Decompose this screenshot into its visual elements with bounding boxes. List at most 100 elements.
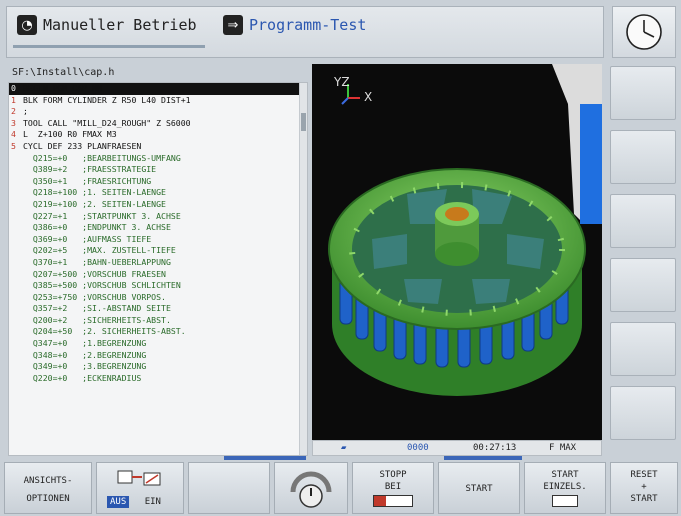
program-line[interactable]: 4 L Z+100 R0 FMAX M3: [9, 129, 307, 141]
view-mode-icon: ▰: [341, 443, 347, 453]
speed-dial-icon: [290, 471, 332, 508]
view-options-button[interactable]: ANSICHTS- OPTIONEN: [4, 462, 92, 514]
program-listing[interactable]: 0 BEGIN PGM CAP MM 1 BLK FORM CYLINDER Z R5…: [8, 82, 308, 456]
program-line[interactable]: Q207=+500 ;VORSCHUB FRAESEN: [9, 269, 307, 281]
tool-display-toggle[interactable]: AUS EIN: [96, 462, 184, 514]
toggle-off: AUS: [107, 496, 130, 508]
line-code: Q369=+0: [23, 233, 68, 244]
line-code: Q348=+0: [23, 349, 68, 360]
program-line[interactable]: Q253=+750 ;VORSCHUB VORPOS.: [9, 292, 307, 304]
line-comment: ;1.BEGRENZUNG: [67, 338, 147, 349]
program-line[interactable]: 5 CYCL DEF 233 PLANFRAESEN: [9, 141, 307, 153]
mode-underline: [13, 45, 205, 48]
empty-softkey-1[interactable]: [188, 462, 270, 514]
clock-icon: [626, 14, 662, 50]
line-code: CYCL DEF 233 PLANFRAESEN: [23, 140, 142, 151]
program-line[interactable]: Q347=+0 ;1.BEGRENZUNG: [9, 338, 307, 350]
single-block-icon: [552, 495, 578, 507]
line-code: Q202=+5: [23, 245, 68, 256]
line-comment: ;FRAESSTRATEGIE: [67, 164, 157, 175]
program-line[interactable]: Q200=+2 ;SICHERHEITS-ABST.: [9, 315, 307, 327]
line-comment: ;SI.-ABSTAND SEITE: [67, 303, 171, 314]
vertical-softkey-3[interactable]: [610, 194, 676, 248]
line-comment: ;BAHN-UEBERLAPPUNG: [67, 256, 171, 267]
program-line[interactable]: Q385=+500 ;VORSCHUB SCHLICHTEN: [9, 280, 307, 292]
view-options-label-2: OPTIONEN: [26, 494, 70, 504]
program-line[interactable]: Q357=+2 ;SI.-ABSTAND SEITE: [9, 303, 307, 315]
line-code: Q218=+100: [23, 187, 78, 198]
axis-label-yz: YZ: [333, 75, 350, 89]
start-button[interactable]: START: [438, 462, 520, 514]
vertical-softkey-2[interactable]: [610, 130, 676, 184]
simulation-time: 00:27:13: [473, 443, 517, 453]
mode-manual[interactable]: ◔ Manueller Betrieb: [17, 15, 197, 35]
horizontal-softkeys: ANSICHTS- OPTIONEN AUS EIN STOPP BEI STA…: [0, 462, 681, 516]
line-number: 3: [11, 117, 16, 128]
line-code: Q207=+500: [23, 268, 78, 279]
line-code: Q200=+2: [23, 314, 68, 325]
line-code: Q215=+0: [23, 152, 68, 163]
program-line[interactable]: Q370=+1 ;BAHN-UEBERLAPPUNG: [9, 257, 307, 269]
line-comment: ;BEARBEITUNGS-UMFANG: [67, 152, 181, 163]
line-comment: ;STARTPUNKT 3. ACHSE: [67, 210, 181, 221]
line-code: Q253=+750: [23, 291, 78, 302]
line-comment: ;1. SEITEN-LAENGE: [77, 187, 166, 198]
program-line[interactable]: 3 TOOL CALL "MILL_D24_ROUGH" Z S6000: [9, 118, 307, 130]
program-scrollbar[interactable]: [299, 83, 307, 455]
reset-start-button[interactable]: RESET + START: [610, 462, 678, 514]
line-code: Q350=+1: [23, 175, 68, 186]
line-code: Q219=+100: [23, 198, 78, 209]
line-comment: ;VORSCHUB FRAESEN: [77, 268, 166, 279]
vertical-softkey-5[interactable]: [610, 322, 676, 376]
workpiece: [328, 168, 586, 396]
softkey-page-indicator-1: [224, 456, 306, 460]
line-comment: ;AUFMASS TIEFE: [67, 233, 152, 244]
line-code: Q389=+2: [23, 164, 68, 175]
line-number: 4: [11, 129, 16, 140]
program-line[interactable]: Q219=+100 ;2. SEITEN-LAENGE: [9, 199, 307, 211]
program-line[interactable]: 0 BEGIN PGM CAP MM: [9, 83, 307, 95]
file-path: SF:\Install\cap.h: [12, 67, 115, 78]
stop-at-label-1: STOPP: [379, 470, 407, 480]
vertical-softkey-1[interactable]: [610, 66, 676, 120]
status-dots: 0000: [407, 443, 429, 453]
program-test-icon: ⇒: [223, 15, 243, 35]
program-line[interactable]: Q348=+0 ;2.BEGRENZUNG: [9, 350, 307, 362]
program-line[interactable]: Q202=+5 ;MAX. ZUSTELL-TIEFE: [9, 245, 307, 257]
program-line[interactable]: Q220=+0 ;ECKENRADIUS: [9, 373, 307, 385]
program-line[interactable]: Q389=+2 ;FRAESSTRATEGIE: [9, 164, 307, 176]
line-comment: ;2.BEGRENZUNG: [67, 349, 147, 360]
program-line[interactable]: Q227=+1 ;STARTPUNKT 3. ACHSE: [9, 211, 307, 223]
line-comment: ;SICHERHEITS-ABST.: [67, 314, 171, 325]
line-number: 5: [11, 140, 16, 151]
vertical-softkey-6[interactable]: [610, 386, 676, 440]
program-line[interactable]: Q386=+0 ;ENDPUNKT 3. ACHSE: [9, 222, 307, 234]
stop-at-button[interactable]: STOPP BEI: [352, 462, 434, 514]
line-comment: ;VORSCHUB SCHLICHTEN: [77, 280, 181, 291]
program-line[interactable]: Q350=+1 ;FRAESRICHTUNG: [9, 176, 307, 188]
line-code: TOOL CALL "MILL_D24_ROUGH" Z S6000: [23, 117, 191, 128]
simulation-view: YZ X: [312, 64, 602, 440]
program-line[interactable]: Q204=+50 ;2. SICHERHEITS-ABST.: [9, 326, 307, 338]
program-line[interactable]: Q369=+0 ;AUFMASS TIEFE: [9, 234, 307, 246]
view-options-label-1: ANSICHTS-: [23, 476, 73, 486]
line-comment: ;3.BEGRENZUNG: [67, 361, 147, 372]
line-code: Q347=+0: [23, 338, 68, 349]
line-code: BLK FORM CYLINDER Z R50 L40 DIST+1: [23, 94, 191, 105]
mode-program-test[interactable]: ⇒ Programm-Test: [223, 15, 366, 35]
tnc-screen: ◔ Manueller Betrieb ⇒ Programm-Test SF:\…: [0, 0, 681, 516]
speed-dial-button[interactable]: [274, 462, 348, 514]
start-label: START: [465, 484, 493, 494]
program-line[interactable]: Q218=+100 ;1. SEITEN-LAENGE: [9, 187, 307, 199]
program-line[interactable]: Q349=+0 ;3.BEGRENZUNG: [9, 361, 307, 373]
line-comment: ;2. SICHERHEITS-ABST.: [72, 326, 186, 337]
start-single-button[interactable]: START EINZELS.: [524, 462, 606, 514]
program-line[interactable]: 1 BLK FORM CYLINDER Z R50 L40 DIST+1: [9, 95, 307, 107]
line-code: Q220=+0: [23, 372, 68, 383]
program-line[interactable]: 2;: [9, 106, 307, 118]
scrollbar-thumb[interactable]: [301, 113, 306, 131]
clock-button[interactable]: [612, 6, 676, 58]
line-comment: ;ECKENRADIUS: [67, 372, 142, 383]
program-line[interactable]: Q215=+0 ;BEARBEITUNGS-UMFANG: [9, 153, 307, 165]
vertical-softkey-4[interactable]: [610, 258, 676, 312]
